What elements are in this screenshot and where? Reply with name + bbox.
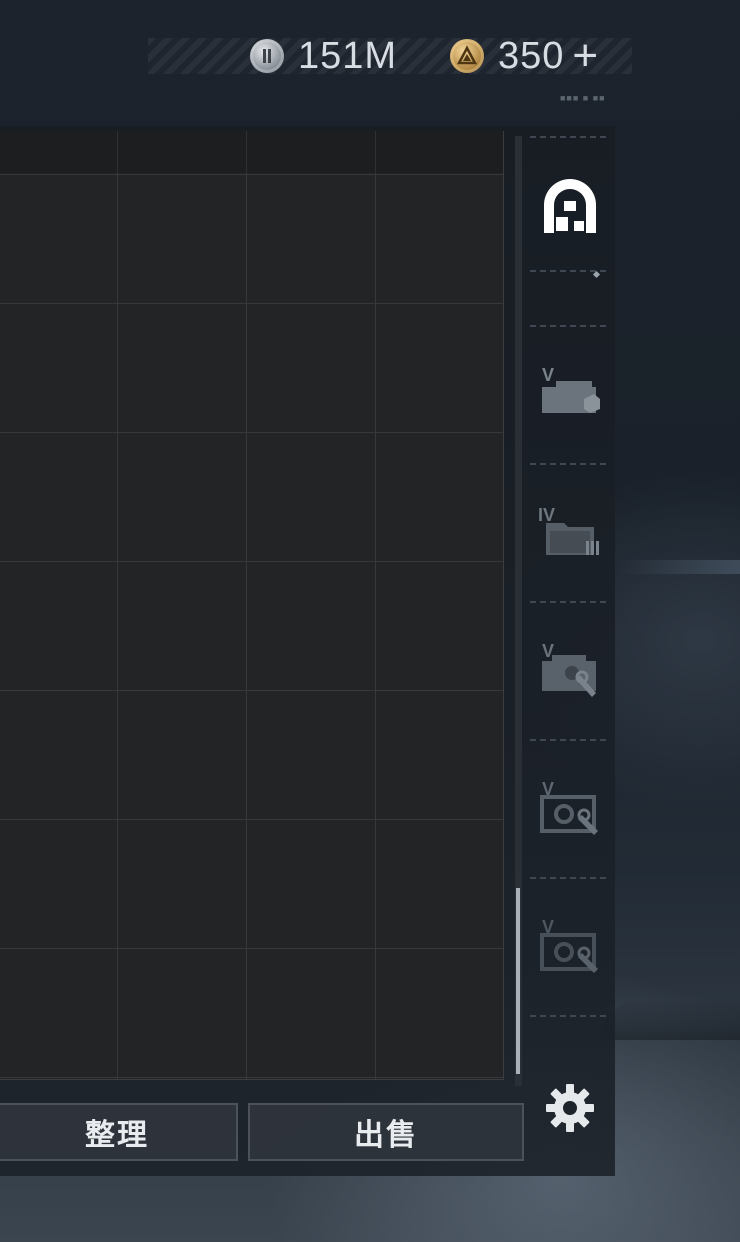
settings-button[interactable] [544,1082,596,1134]
scene-ledge [620,560,740,574]
grid-cells[interactable] [0,174,503,1079]
silver-coin-icon [250,39,284,73]
grid-scrollbar-thumb[interactable] [516,888,520,1074]
folder-level-iv-icon: IV [538,505,599,555]
tab-level-v-box[interactable]: V [537,362,603,422]
gold-coin-icon [450,39,484,73]
rail-divider [530,325,606,327]
case-level-v-icon: V [542,365,600,413]
sell-button[interactable]: 出售 [248,1103,524,1161]
tab-level-iv-folder[interactable]: IV [535,500,603,562]
tab-level-v-repair[interactable]: V [537,638,603,698]
gold-currency[interactable]: 350 + [450,34,598,78]
safe-repair-level-v-icon: V [540,917,598,973]
gear-icon [546,1084,594,1132]
grid-col-lines [0,131,503,174]
sort-button[interactable]: 整理 [0,1103,238,1161]
inventory-grid[interactable] [0,131,504,1080]
svg-text:V: V [542,365,554,385]
safe-repair-level-v-icon: V [540,779,598,835]
gold-amount: 350 [498,35,565,77]
case-repair-level-v-icon: V [542,641,596,697]
archway-icon [544,179,596,233]
rail-divider [530,877,606,879]
scene-ground [600,1000,740,1040]
tab-level-v-safe[interactable]: V [537,776,603,836]
gold-coin-glyph [456,45,478,65]
silver-amount: 151M [298,35,398,77]
silver-currency: 151M [250,35,398,77]
svg-text:IV: IV [538,505,555,525]
silver-coin-glyph [263,49,271,63]
rail-divider [530,136,606,138]
rail-divider [530,463,606,465]
currency-bar: 151M 350 + [148,34,632,78]
add-currency-button[interactable]: + [572,34,598,78]
rail-divider [530,1015,606,1017]
rail-divider [530,601,606,603]
tab-stash-all[interactable] [537,174,603,238]
top-info-text: ■■■ ■ ■■ [560,93,606,103]
grid-top-strip [0,131,503,174]
tab-level-v-safe-2[interactable]: V [537,914,603,974]
rail-divider [530,739,606,741]
